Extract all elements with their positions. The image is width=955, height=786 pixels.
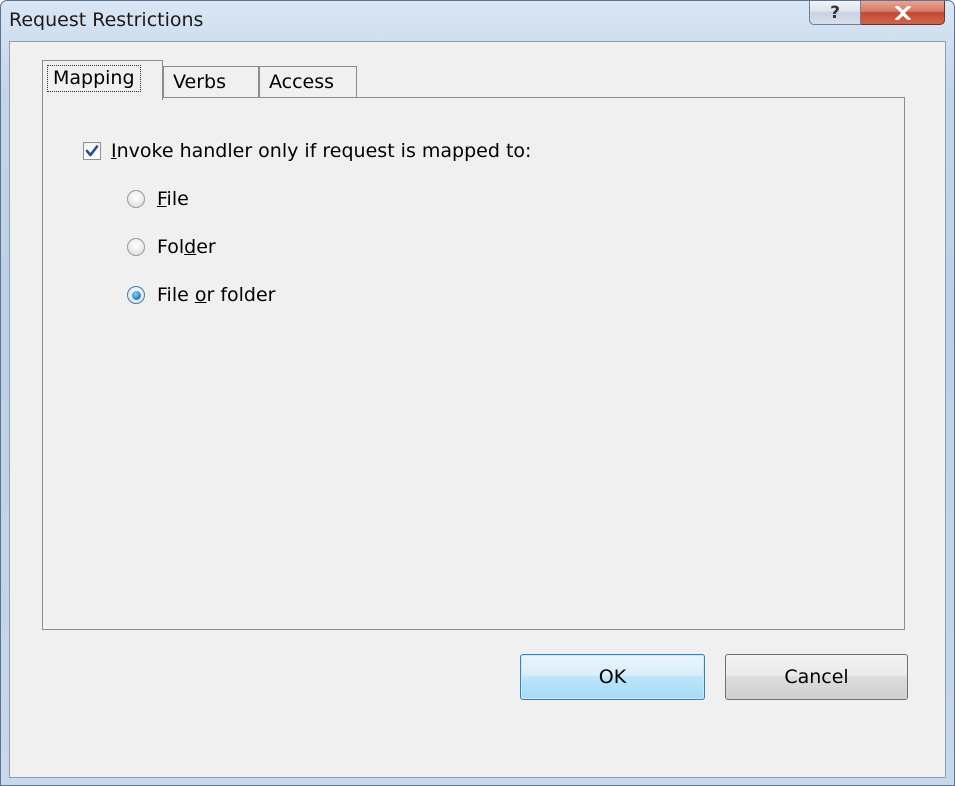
tab-access[interactable]: Access xyxy=(259,66,357,97)
ok-button[interactable]: OK xyxy=(520,654,705,700)
mapping-tab-panel: Invoke handler only if request is mapped… xyxy=(42,97,905,630)
radio-selected-dot xyxy=(131,290,141,300)
radio-folder[interactable] xyxy=(127,238,145,256)
radio-file[interactable] xyxy=(127,190,145,208)
help-icon: ? xyxy=(830,2,840,23)
tab-mapping-label: Mapping xyxy=(47,65,141,92)
radio-folder-row[interactable]: Folder xyxy=(127,236,216,258)
cancel-button[interactable]: Cancel xyxy=(725,654,908,700)
radio-file-or-folder[interactable] xyxy=(127,286,145,304)
tab-verbs-label: Verbs xyxy=(173,71,226,93)
radio-folder-label: Folder xyxy=(157,236,216,258)
close-icon xyxy=(894,5,911,20)
close-button[interactable] xyxy=(861,1,945,25)
radio-file-label: File xyxy=(157,188,189,210)
radio-file-or-folder-label: File or folder xyxy=(157,284,276,306)
help-button[interactable]: ? xyxy=(809,1,861,25)
invoke-handler-checkbox[interactable] xyxy=(83,142,101,160)
tab-verbs[interactable]: Verbs xyxy=(163,66,259,97)
tab-mapping[interactable]: Mapping xyxy=(42,60,163,100)
radio-file-or-folder-row[interactable]: File or folder xyxy=(127,284,275,306)
window-title: Request Restrictions xyxy=(9,9,204,31)
checkmark-icon xyxy=(85,145,99,157)
tab-access-label: Access xyxy=(269,71,335,93)
radio-file-row[interactable]: File xyxy=(127,188,189,210)
invoke-handler-checkbox-row[interactable]: Invoke handler only if request is mapped… xyxy=(83,140,531,162)
title-bar[interactable]: Request Restrictions ? xyxy=(1,1,954,41)
invoke-handler-label: Invoke handler only if request is mapped… xyxy=(111,140,532,162)
caption-buttons: ? xyxy=(809,1,945,25)
